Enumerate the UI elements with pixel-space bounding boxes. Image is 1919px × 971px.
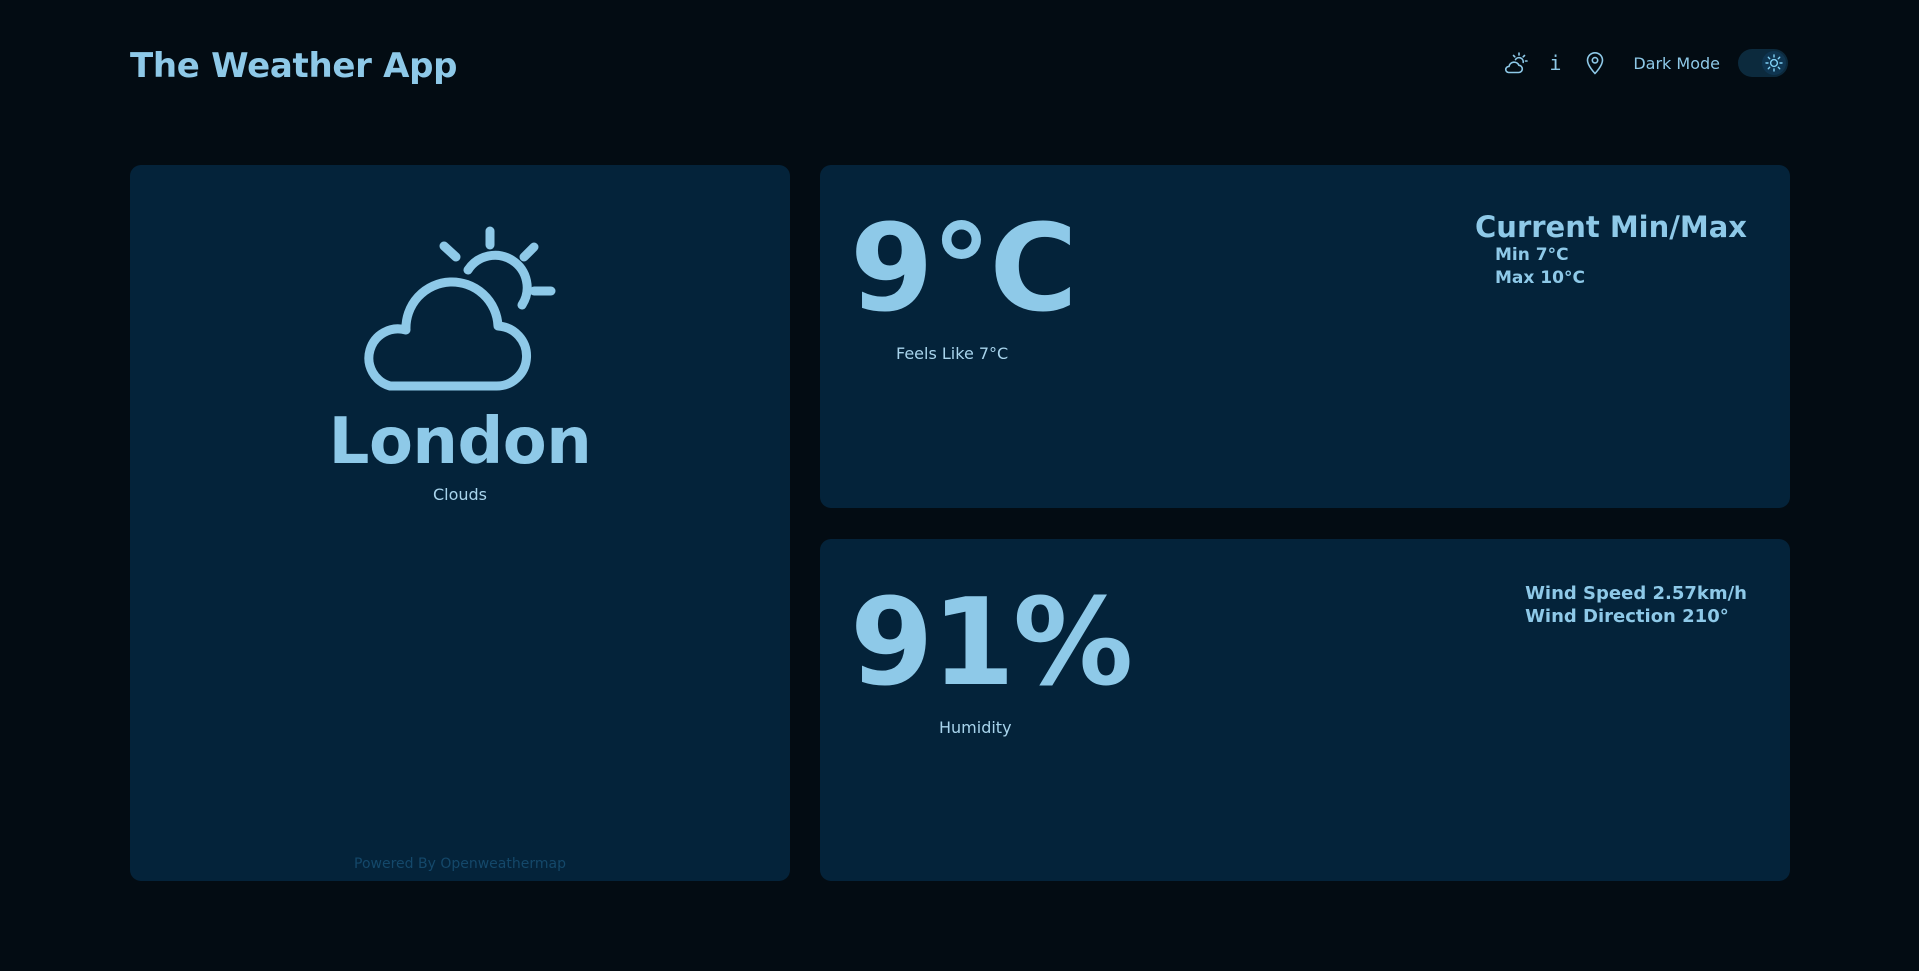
powered-by-link[interactable]: Powered By Openweathermap bbox=[130, 856, 790, 872]
info-glyph: i bbox=[1549, 51, 1562, 75]
min-temperature: Min 7°C bbox=[1495, 245, 1569, 265]
humidity-value: 91% bbox=[850, 574, 1133, 713]
wind-panel: Wind Speed 2.57km/h Wind Direction 210° bbox=[1525, 582, 1747, 628]
info-icon[interactable]: i bbox=[1541, 49, 1569, 77]
cloud-sun-icon bbox=[364, 226, 556, 391]
max-temperature: Max 10°C bbox=[1495, 268, 1585, 288]
dark-mode-toggle[interactable] bbox=[1738, 49, 1788, 77]
humidity-card: 91% Humidity Wind Speed 2.57km/h Wind Di… bbox=[820, 539, 1790, 881]
current-temperature: 9°C bbox=[850, 200, 1078, 339]
location-card: London Clouds Powered By Openweathermap bbox=[130, 165, 790, 881]
sun-icon bbox=[1765, 54, 1783, 72]
weather-app: The Weather App i Dark Mode London Cloud… bbox=[0, 0, 1919, 971]
toggle-knob bbox=[1762, 51, 1786, 75]
wind-direction: Wind Direction 210° bbox=[1525, 606, 1729, 627]
weather-condition: Clouds bbox=[432, 485, 488, 504]
location-pin-icon[interactable] bbox=[1581, 49, 1609, 77]
humidity-label: Humidity bbox=[939, 718, 1012, 737]
cloud-sun-icon[interactable] bbox=[1501, 49, 1529, 77]
dark-mode-label: Dark Mode bbox=[1633, 53, 1720, 73]
wind-speed: Wind Speed 2.57km/h bbox=[1525, 583, 1747, 604]
feels-like: Feels Like 7°C bbox=[896, 344, 1009, 363]
min-max-title: Current Min/Max bbox=[1475, 210, 1747, 244]
app-title: The Weather App bbox=[130, 46, 458, 86]
min-max-panel: Current Min/Max Min 7°C Max 10°C bbox=[1475, 210, 1747, 290]
top-nav: i Dark Mode bbox=[1489, 48, 1788, 78]
city-name: London bbox=[328, 405, 592, 479]
temperature-card: 9°C Feels Like 7°C Current Min/Max Min 7… bbox=[820, 165, 1790, 508]
